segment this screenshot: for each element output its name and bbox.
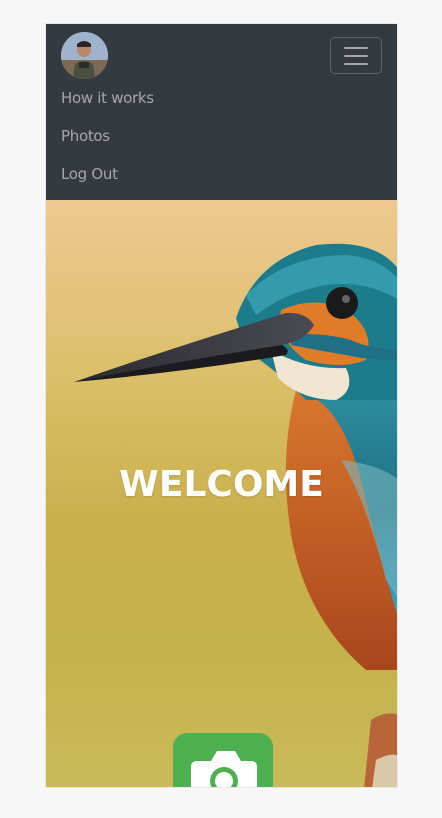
app-viewport: How it works Photos Log Out WELCOME [45, 23, 398, 788]
camera-button[interactable] [173, 733, 273, 787]
hero-title: WELCOME [119, 464, 324, 505]
nav-link-photos[interactable]: Photos [61, 127, 110, 145]
nav-link-log-out[interactable]: Log Out [61, 165, 118, 183]
nav-item-log-out: Log Out [61, 162, 154, 200]
avatar-photo-icon [61, 32, 108, 79]
hamburger-menu-button[interactable] [330, 37, 382, 74]
hamburger-menu-icon [344, 62, 368, 65]
nav-item-photos: Photos [61, 124, 154, 162]
hero-section: WELCOME [46, 200, 397, 787]
camera-icon [191, 751, 257, 787]
nav-links: How it works Photos Log Out [61, 86, 154, 200]
nav-link-how-it-works[interactable]: How it works [61, 89, 154, 107]
nav-item-how-it-works: How it works [61, 86, 154, 124]
hamburger-menu-icon [344, 54, 368, 57]
hamburger-menu-icon [344, 46, 368, 49]
user-avatar[interactable] [61, 32, 108, 79]
navbar: How it works Photos Log Out [46, 24, 397, 200]
